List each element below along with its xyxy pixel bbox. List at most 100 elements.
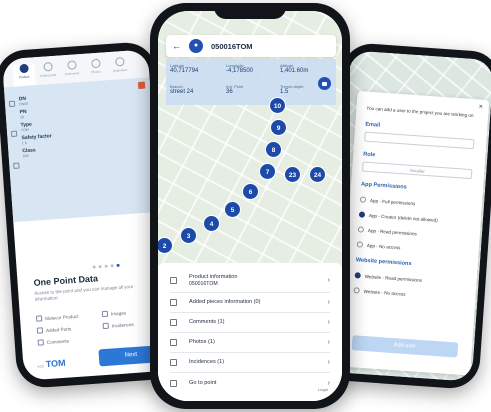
list-item: Added Parts (36, 323, 103, 334)
row-product-information[interactable]: Product information 050016TOM › (170, 269, 330, 293)
map-marker[interactable]: 10 (269, 97, 286, 114)
tab-incidences[interactable]: Incidences (108, 56, 131, 80)
map-marker[interactable]: 7 (259, 163, 276, 180)
comment-icon (37, 339, 44, 346)
radio-icon (357, 226, 365, 233)
row-added-pieces[interactable]: Added pieces information (0) › (170, 293, 330, 313)
role-select[interactable]: Installer (361, 161, 473, 180)
back-arrow-icon[interactable]: ← (172, 41, 181, 51)
comment-icon (170, 319, 177, 326)
radio-selected-icon (354, 272, 361, 279)
tab-product[interactable]: Product (12, 63, 36, 87)
field-icon (10, 130, 18, 138)
warning-icon (114, 56, 125, 67)
map-marker[interactable]: 9 (270, 119, 287, 136)
pieces-icon (170, 299, 177, 306)
radio-app-full[interactable]: App - Full permissions (359, 196, 472, 210)
field-type: Type TOM (20, 121, 33, 133)
map-point-screen: ← ● 050016TOM Latitude 40,717794 Longitud… (158, 11, 342, 401)
point-info-panel: Latitude 40,717794 Longitude -4,178500 Alt… (166, 59, 336, 105)
photo-icon (90, 58, 101, 69)
map-marker[interactable]: 23 (284, 166, 301, 183)
camera-icon (170, 339, 177, 346)
pager-dots (92, 263, 120, 269)
phone-notch (214, 3, 286, 19)
row-comments[interactable]: Comments (1) › (170, 313, 330, 333)
info-longitude: Longitude -4,178500 (226, 63, 254, 74)
radio-web-read[interactable]: Website - Read permissions (354, 272, 467, 286)
radio-app-read[interactable]: App - Read permissions (357, 226, 470, 240)
chevron-right-icon: › (327, 277, 330, 284)
chevron-right-icon: › (327, 319, 330, 326)
point-actions-panel: Product information 050016TOM › Added pie… (158, 263, 342, 401)
radio-icon (359, 196, 367, 203)
product-fields: DN DN00 PN 16 Type TOM Safety factor 1.6 Cla… (19, 94, 54, 161)
chevron-right-icon: › (327, 339, 330, 346)
website-permissions-label: Website permissions (355, 257, 412, 268)
list-item: Comments (37, 335, 104, 346)
comment-icon (66, 60, 77, 70)
add-user-button[interactable]: Add user (351, 335, 459, 358)
tab-photos[interactable]: Photos (84, 58, 107, 81)
radio-icon (356, 241, 364, 248)
info-latitude: Latitude 40,717794 (170, 63, 199, 74)
map-marker[interactable]: 8 (265, 141, 282, 158)
image-icon (101, 310, 109, 318)
onboarding-title: One Point Data (33, 273, 99, 288)
product-icon (18, 63, 29, 74)
map-marker[interactable]: 6 (242, 183, 259, 200)
chevron-right-icon: › (327, 299, 330, 306)
app-permissions-label: App Permissions (360, 181, 407, 191)
lock-icon[interactable] (318, 77, 331, 90)
chevron-right-icon: › (327, 379, 330, 387)
close-icon[interactable] (137, 81, 146, 90)
field-icon (13, 162, 20, 169)
row-incidences[interactable]: Incidences (1) › (170, 353, 330, 373)
info-altitude: Altitude 1,401.60m (280, 63, 309, 74)
modal-intro: You can add a user to the project you ar… (366, 105, 474, 119)
parts-icon (42, 62, 53, 72)
add-user-modal: × You can add a user to the project you … (338, 90, 490, 376)
tab-added-parts[interactable]: Added parts (36, 62, 59, 85)
point-header: ← ● 050016TOM (166, 35, 336, 57)
location-pin-icon: ● (189, 39, 203, 53)
parts-icon (36, 327, 44, 334)
warning-icon (170, 359, 177, 366)
product-details-panel: DN DN00 PN 16 Type TOM Safety factor 1.6 Cla… (3, 77, 159, 223)
map-marker[interactable]: 4 (203, 215, 220, 232)
field-pn: PN 16 (19, 108, 27, 120)
marketing-screenshot: Product Added parts Comments Photos Inci… (0, 0, 491, 412)
product-icon (35, 315, 43, 322)
ecotom-logo: ecoTOM (37, 357, 66, 370)
radio-web-none[interactable]: Website - No access (353, 287, 465, 301)
map-marker[interactable]: 5 (224, 201, 241, 218)
row-photos[interactable]: Photos (1) › (170, 333, 330, 353)
radio-icon (353, 287, 360, 294)
field-dn: DN DN00 (18, 95, 29, 107)
feature-list: Molecor Product Images Added Parts Incid… (35, 307, 158, 346)
add-user-screen: × You can add a user to the project you … (327, 50, 491, 382)
close-icon[interactable]: × (478, 103, 483, 110)
list-item: Molecor Product (35, 311, 102, 322)
email-field[interactable] (364, 131, 475, 150)
point-title: 050016TOM (211, 41, 253, 51)
chevron-right-icon: › (327, 359, 330, 366)
info-branch: Branch street 24 (170, 84, 194, 95)
drop-icon (170, 277, 177, 284)
radio-app-creator[interactable]: App - Creator (delete not allowed) (358, 211, 471, 225)
pin-icon (170, 379, 177, 387)
map-marker[interactable]: 24 (309, 166, 326, 183)
radio-selected-icon (358, 211, 366, 218)
info-trench-depth: Trench depth 1.5 (280, 84, 304, 95)
center-phone: ← ● 050016TOM Latitude 40,717794 Longitud… (150, 3, 350, 409)
radio-app-none[interactable]: App - No access (356, 241, 469, 255)
map-legal-link[interactable]: Legal (318, 387, 328, 392)
row-go-to-point[interactable]: Go to point › (170, 373, 330, 393)
field-class: Class 500 (22, 147, 36, 159)
map-marker[interactable]: 3 (180, 227, 197, 244)
warning-icon (102, 322, 109, 330)
field-safety-factor: Safety factor 1.6 (21, 133, 52, 146)
tab-comments[interactable]: Comments (60, 60, 83, 83)
info-km-point: Km. Point 36 (226, 84, 244, 95)
field-icon (8, 100, 16, 108)
